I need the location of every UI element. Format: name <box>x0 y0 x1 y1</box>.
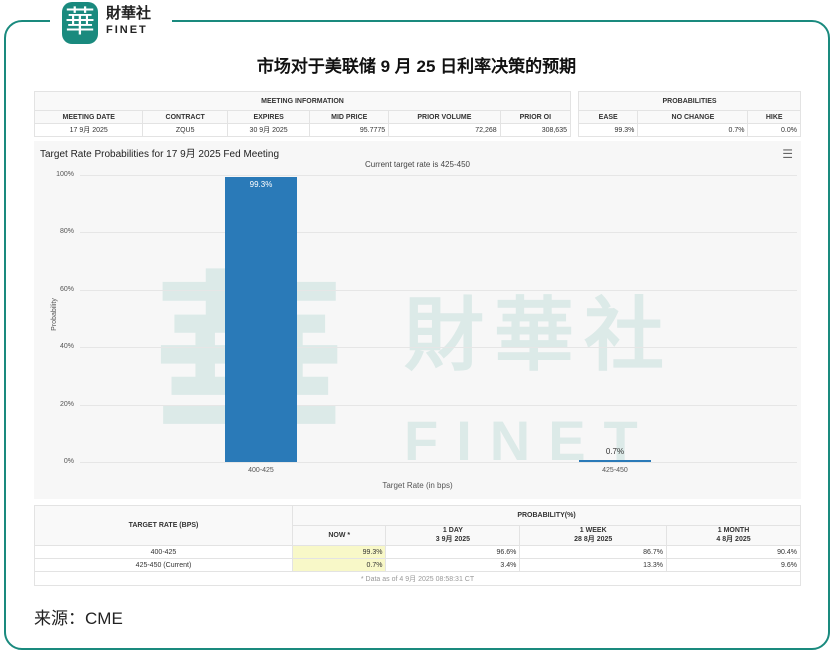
chart-title: Target Rate Probabilities for 17 9月 2025… <box>40 149 280 160</box>
gridline <box>80 404 797 406</box>
gridline <box>80 347 797 349</box>
x-tick-label: 400-425 <box>248 467 274 474</box>
gridline <box>80 175 797 176</box>
y-tick-label: 20% <box>59 400 74 408</box>
gridline <box>80 289 797 291</box>
data-note: * Data as of 4 9月 2025 08:58:31 CT <box>34 571 801 586</box>
y-tick-label: 80% <box>59 228 74 236</box>
source-caption: 来源：CME <box>34 609 123 628</box>
chart-subtitle: Current target rate is 425-450 <box>365 160 470 169</box>
brand-name: 財華社 FINET <box>106 5 152 37</box>
x-tick-label: 425-450 <box>602 467 628 474</box>
table-row: 425-450 (Current) 0.7% 3.4% 13.3% 9.6% <box>34 558 801 572</box>
gridline <box>80 232 797 234</box>
y-tick-label: 40% <box>59 343 74 351</box>
table-row: 400-425 99.3% 96.6% 86.7% 90.4% <box>34 545 801 559</box>
data-label: 0.7% <box>605 446 625 456</box>
bar-400-425[interactable] <box>225 177 297 462</box>
data-label: 99.3% <box>249 180 273 189</box>
bar-425-450[interactable] <box>579 459 651 462</box>
finet-logo: 華 <box>62 2 98 44</box>
target-rate-table: TARGET RATE (BPS) PROBABILITY(%) NOW * 1 D… <box>34 505 801 586</box>
y-tick-label: 100% <box>56 171 74 178</box>
probabilities-table: PROBABILITIES EASE NO CHANGE HIKE 99.3% 0.7… <box>577 91 801 137</box>
y-tick-label: 0% <box>63 458 74 465</box>
probability-chart: 華 財華社FINET Target Rate Probabilities for… <box>34 141 801 499</box>
gridline <box>80 462 797 463</box>
y-axis-label: Probability <box>50 298 58 331</box>
meeting-info-table: MEETING INFORMATION MEETING DATE CONTRACT… <box>33 91 572 137</box>
x-axis-label: Target Rate (in bps) <box>382 481 453 490</box>
menu-icon[interactable]: ☰ <box>782 147 793 161</box>
y-tick-label: 60% <box>59 285 74 293</box>
page-title: 市场对于美联储 9 月 25 日利率决策的预期 <box>256 57 577 76</box>
